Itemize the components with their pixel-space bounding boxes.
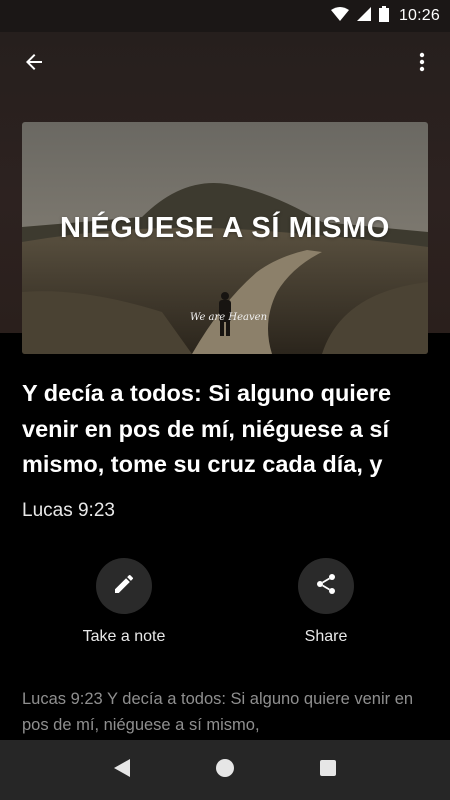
nav-back-button[interactable] <box>102 750 142 790</box>
wifi-icon <box>330 6 349 26</box>
image-watermark: We are Heaven <box>190 312 268 323</box>
image-title: NIÉGUESE A SÍ MISMO <box>60 212 390 244</box>
share-button[interactable] <box>298 558 354 614</box>
share-icon <box>314 572 338 601</box>
battery-icon <box>378 5 389 27</box>
back-button[interactable] <box>6 36 62 92</box>
circle-home-icon <box>215 758 235 783</box>
take-note-action[interactable]: Take a note <box>64 558 184 646</box>
cell-signal-icon <box>356 6 371 26</box>
system-navigation-bar <box>0 740 450 800</box>
share-label: Share <box>304 628 348 645</box>
verse-image[interactable]: NIÉGUESE A SÍ MISMO We are Heaven <box>22 122 428 354</box>
nav-recents-button[interactable] <box>308 750 348 790</box>
square-recents-icon <box>319 759 337 782</box>
share-action[interactable]: Share <box>266 558 386 646</box>
more-vert-icon <box>410 50 434 79</box>
status-bar: 10:26 <box>0 0 450 32</box>
passage-text: Lucas 9:23 Y decía a todos: Si alguno qu… <box>22 690 414 734</box>
verse-text: Y decía a todos: Si alguno quiere venir … <box>22 380 392 477</box>
take-note-label: Take a note <box>82 628 166 645</box>
more-options-button[interactable] <box>394 36 450 92</box>
toolbar <box>0 32 450 96</box>
pencil-icon <box>112 572 136 601</box>
arrow-back-icon <box>22 50 46 79</box>
take-note-button[interactable] <box>96 558 152 614</box>
status-time: 10:26 <box>398 7 440 24</box>
nav-home-button[interactable] <box>205 750 245 790</box>
verse-reference: Lucas 9:23 <box>22 500 115 521</box>
triangle-back-icon <box>113 758 131 783</box>
